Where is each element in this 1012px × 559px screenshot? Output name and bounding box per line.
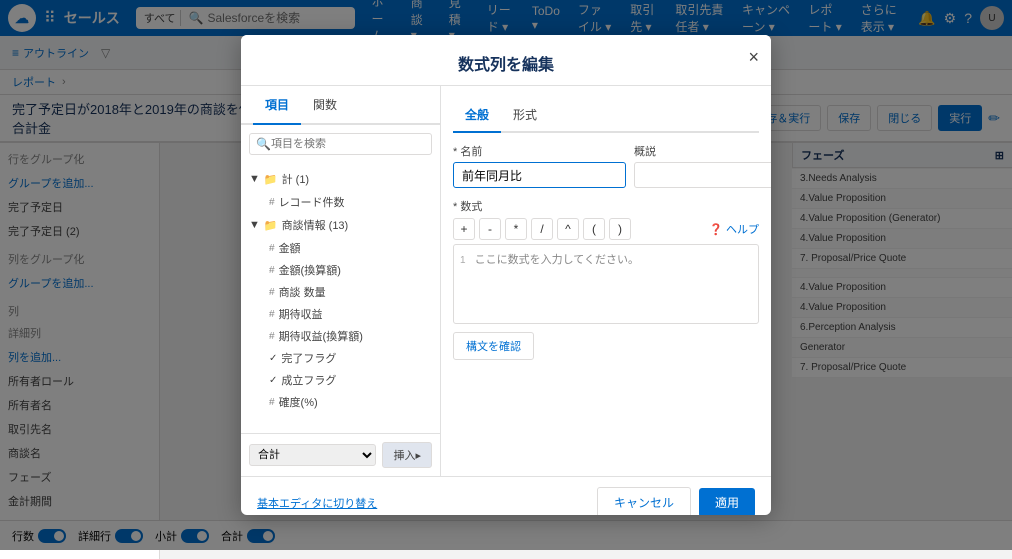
modal-left-panel: 項目 関数 🔍 ▼ 📁 計 (1) xyxy=(241,86,441,476)
tree-child-amount[interactable]: # 金額 xyxy=(241,237,440,259)
field-tree: ▼ 📁 計 (1) # レコード件数 ▼ 📁 xyxy=(241,163,440,433)
desc-label: 概説 xyxy=(634,143,771,159)
validate-syntax-button[interactable]: 構文を確認 xyxy=(453,332,534,360)
formula-name-input[interactable] xyxy=(453,162,626,188)
tree-child-expected-revenue-converted-label: 期待収益(換算額) xyxy=(279,328,363,344)
chevron-down-icon: ▼ xyxy=(249,219,260,231)
insert-button[interactable]: 挿入▸ xyxy=(382,442,432,468)
operator-divide-button[interactable]: / xyxy=(531,218,553,240)
tree-child-record-count-label: レコード件数 xyxy=(279,194,345,210)
apply-button[interactable]: 適用 xyxy=(699,488,755,515)
modal-body: 項目 関数 🔍 ▼ 📁 計 (1) xyxy=(241,86,771,476)
tree-child-win-flag[interactable]: ✓ 成立フラグ xyxy=(241,369,440,391)
formula-help-link[interactable]: ❓ ヘルプ xyxy=(709,221,759,237)
tree-child-expected-revenue[interactable]: # 期待収益 xyxy=(241,303,440,325)
tree-child-complete-flag-label: 完了フラグ xyxy=(281,350,336,366)
operator-multiply-button[interactable]: * xyxy=(505,218,527,240)
tab-general[interactable]: 全般 xyxy=(453,98,501,133)
aggregation-select[interactable]: 合計 xyxy=(249,444,376,466)
operator-power-button[interactable]: ^ xyxy=(557,218,579,240)
operator-open-paren-button[interactable]: ( xyxy=(583,218,605,240)
tree-child-quantity-label: 商談 数量 xyxy=(279,284,326,300)
tree-group-total-label: 計 (1) xyxy=(282,171,310,187)
tree-child-quantity[interactable]: # 商談 数量 xyxy=(241,281,440,303)
formula-section: * 数式 + - * / ^ ( ) ❓ ヘルプ 1 xyxy=(453,198,759,324)
formula-label: * 数式 xyxy=(453,198,759,214)
tree-group-total: ▼ 📁 計 (1) # レコード件数 xyxy=(241,167,440,213)
tree-group-opportunity-label: 商談情報 (13) xyxy=(282,217,349,233)
tree-child-amount-label: 金額 xyxy=(279,240,301,256)
modal-overlay: 数式列を編集 × 項目 関数 🔍 xyxy=(0,0,1012,550)
formula-operator-toolbar: + - * / ^ ( ) ❓ ヘルプ xyxy=(453,218,759,240)
check-icon: ✓ xyxy=(269,375,277,386)
modal-close-button[interactable]: × xyxy=(748,47,759,68)
basic-editor-link[interactable]: 基本エディタに切り替え xyxy=(257,495,377,511)
hash-icon: # xyxy=(269,265,275,276)
modal-header: 数式列を編集 × xyxy=(241,35,771,86)
tree-group-opportunity: ▼ 📁 商談情報 (13) # 金額 # 金額(換算額) xyxy=(241,213,440,413)
chevron-down-icon: ▼ xyxy=(249,173,260,185)
tree-child-expected-revenue-converted[interactable]: # 期待収益(換算額) xyxy=(241,325,440,347)
operator-plus-button[interactable]: + xyxy=(453,218,475,240)
tree-group-total-header[interactable]: ▼ 📁 計 (1) xyxy=(241,167,440,191)
field-search-box: 🔍 xyxy=(249,133,432,155)
tree-child-amount-converted-label: 金額(換算額) xyxy=(279,262,341,278)
tab-fields[interactable]: 項目 xyxy=(253,86,301,125)
tab-functions[interactable]: 関数 xyxy=(301,86,349,125)
check-icon: ✓ xyxy=(269,353,277,364)
modal-right-panel: 全般 形式 * 名前 概説 * 数式 xyxy=(441,86,771,476)
modal-left-tabs: 項目 関数 xyxy=(241,86,440,125)
tree-child-probability-label: 確度(%) xyxy=(279,394,318,410)
name-desc-row: * 名前 概説 xyxy=(453,143,759,188)
formula-line-number: 1 xyxy=(460,255,466,266)
tree-child-probability[interactable]: # 確度(%) xyxy=(241,391,440,413)
tree-child-expected-revenue-label: 期待収益 xyxy=(279,306,323,322)
modal-footer: 基本エディタに切り替え キャンセル 適用 xyxy=(241,476,771,515)
tab-format[interactable]: 形式 xyxy=(501,98,549,133)
field-search-icon: 🔍 xyxy=(256,137,271,151)
modal-left-footer: 合計 挿入▸ xyxy=(241,433,440,476)
tree-group-opportunity-header[interactable]: ▼ 📁 商談情報 (13) xyxy=(241,213,440,237)
formula-desc-input[interactable] xyxy=(634,162,771,188)
hash-icon: # xyxy=(269,331,275,342)
tree-child-record-count[interactable]: # レコード件数 xyxy=(241,191,440,213)
operator-minus-button[interactable]: - xyxy=(479,218,501,240)
tree-child-win-flag-label: 成立フラグ xyxy=(281,372,336,388)
formula-editor-modal: 数式列を編集 × 項目 関数 🔍 xyxy=(241,35,771,515)
formula-text-area[interactable]: 1 ここに数式を入力してください。 xyxy=(453,244,759,324)
formula-placeholder-text: ここに数式を入力してください。 xyxy=(475,254,639,266)
field-search-input[interactable] xyxy=(271,138,425,150)
desc-field-group: 概説 xyxy=(634,143,771,188)
hash-icon: # xyxy=(269,397,275,408)
hash-icon: # xyxy=(269,309,275,320)
hash-icon: # xyxy=(269,287,275,298)
name-label: * 名前 xyxy=(453,143,626,159)
cancel-button[interactable]: キャンセル xyxy=(597,487,691,515)
tree-child-complete-flag[interactable]: ✓ 完了フラグ xyxy=(241,347,440,369)
tree-child-amount-converted[interactable]: # 金額(換算額) xyxy=(241,259,440,281)
name-field-group: * 名前 xyxy=(453,143,626,188)
folder-icon: 📁 xyxy=(264,219,278,232)
modal-right-tabs: 全般 形式 xyxy=(453,98,759,133)
operator-close-paren-button[interactable]: ) xyxy=(609,218,631,240)
folder-icon: 📁 xyxy=(264,173,278,186)
modal-title: 数式列を編集 xyxy=(458,51,554,75)
hash-icon: # xyxy=(269,197,275,208)
hash-icon: # xyxy=(269,243,275,254)
